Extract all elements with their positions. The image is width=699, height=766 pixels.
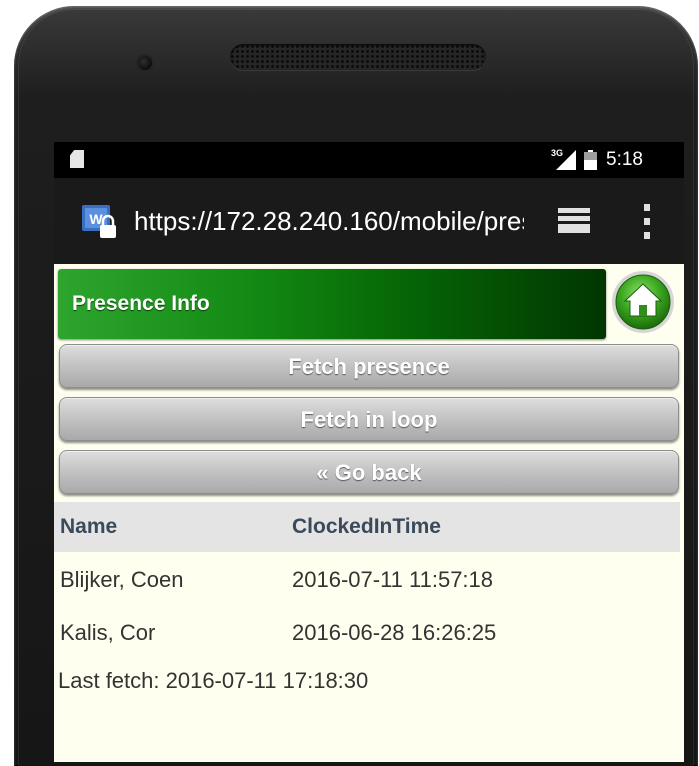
cell-name: Kalis, Cor — [60, 620, 156, 645]
cell-clockedintime: 2016-06-28 16:26:25 — [292, 620, 497, 645]
network-type-label: 3G — [551, 148, 564, 158]
browser-url-bar: W https://172.28.240.160/mobile/presence — [54, 178, 684, 264]
status-bar: 3G 5:18 — [54, 142, 684, 178]
home-button[interactable] — [610, 269, 676, 335]
column-header-clockedintime: ClockedInTime — [292, 515, 441, 538]
phone-screen: 3G 5:18 W https://172.28.240.160/mobile/… — [54, 142, 684, 762]
table-row: Kalis, Cor 2016-06-28 16:26:25 — [54, 605, 680, 658]
battery-icon — [584, 150, 597, 170]
page-content: Presence Info Fetch presence Fetch in lo… — [54, 264, 684, 762]
fetch-in-loop-button[interactable]: Fetch in loop — [59, 397, 679, 441]
page-header: Presence Info — [58, 269, 606, 339]
phone-frame: 3G 5:18 W https://172.28.240.160/mobile/… — [14, 6, 698, 766]
go-back-button[interactable]: « Go back — [59, 450, 679, 494]
page-title: Presence Info — [72, 292, 210, 315]
svg-text:W: W — [89, 211, 103, 227]
cell-clockedintime: 2016-07-11 11:57:18 — [292, 567, 494, 592]
table-header: Name ClockedInTime — [54, 502, 680, 552]
sim-card-icon — [70, 150, 84, 168]
cell-name: Blijker, Coen — [60, 567, 184, 592]
front-camera — [138, 56, 152, 70]
table-row: Blijker, Coen 2016-07-11 11:57:18 — [54, 552, 680, 605]
column-header-name: Name — [60, 515, 118, 538]
last-fetch-text: Last fetch: 2016-07-11 17:18:30 — [58, 668, 369, 693]
presence-table: Name ClockedInTime Blijker, Coen 2016-07… — [54, 502, 680, 658]
earpiece-speaker — [230, 44, 486, 70]
fetch-presence-button[interactable]: Fetch presence — [59, 344, 679, 388]
status-time: 5:18 — [606, 149, 643, 170]
overflow-menu-icon[interactable] — [642, 202, 652, 242]
secure-site-icon[interactable]: W — [80, 201, 120, 241]
tabs-icon[interactable] — [556, 206, 592, 236]
url-text[interactable]: https://172.28.240.160/mobile/presence — [134, 206, 524, 237]
